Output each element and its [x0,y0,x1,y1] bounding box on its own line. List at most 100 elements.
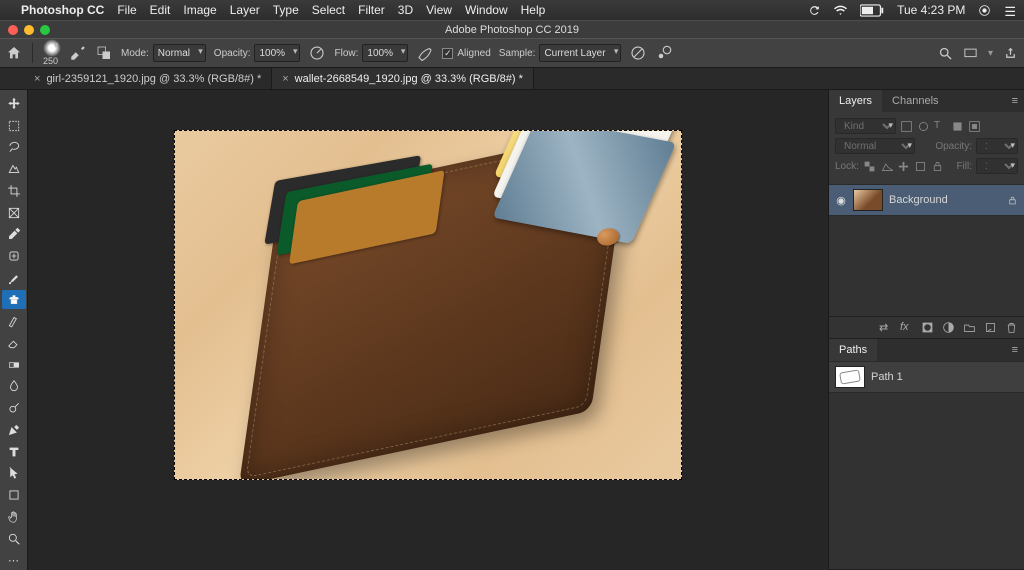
move-tool[interactable] [2,94,26,114]
close-tab-icon[interactable]: × [282,73,288,85]
layer-row[interactable]: ◉ Background [829,184,1024,216]
layer-opacity-input[interactable]: 100% [976,138,1018,154]
menu-filter[interactable]: Filter [358,3,385,17]
macos-menubar[interactable]: Photoshop CC File Edit Image Layer Type … [0,0,1024,20]
clone-source-icon[interactable] [95,44,113,62]
share-icon[interactable] [1003,46,1018,61]
brush-tool[interactable] [2,268,26,288]
layer-fill-input[interactable]: 100% [976,158,1018,174]
panel-tab-channels[interactable]: Channels [882,90,948,112]
window-zoom-button[interactable] [40,25,50,35]
notification-center-icon[interactable]: ☰ [1004,4,1016,17]
filter-pixel-icon[interactable] [900,120,913,133]
filter-smart-icon[interactable] [968,120,981,133]
lock-all-icon[interactable] [931,160,944,173]
blur-tool[interactable] [2,377,26,397]
path-select-tool[interactable] [2,463,26,483]
path-name[interactable]: Path 1 [871,371,903,383]
quick-select-tool[interactable] [2,159,26,179]
lock-artboard-icon[interactable] [914,160,927,173]
type-tool[interactable] [2,442,26,462]
menu-window[interactable]: Window [465,3,508,17]
toolbar-more-icon[interactable]: ⋯ [2,550,26,570]
frame-tool[interactable] [2,203,26,223]
link-layers-icon[interactable]: ⇄ [879,321,892,334]
menubar-clock[interactable]: Tue 4:23 PM [897,3,965,17]
aligned-checkbox[interactable]: ✓ [442,48,453,59]
layer-name[interactable]: Background [889,194,948,206]
menu-view[interactable]: View [426,3,452,17]
document-tab[interactable]: × wallet-2668549_1920.jpg @ 33.3% (RGB/8… [272,67,534,89]
opacity-select[interactable]: 100% [254,44,300,62]
brush-settings-icon[interactable] [69,44,87,62]
aligned-group[interactable]: ✓ Aligned [442,48,490,59]
menu-file[interactable]: File [117,3,136,17]
sample-select[interactable]: Current Layer [539,44,621,62]
app-menu[interactable]: Photoshop CC [21,3,104,17]
layer-style-icon[interactable]: fx [900,321,913,334]
ignore-adjustment-icon[interactable] [629,44,647,62]
zoom-tool[interactable] [2,529,26,549]
layer-filter-kind[interactable]: Kind [835,118,896,134]
menu-image[interactable]: Image [183,3,216,17]
mode-select[interactable]: Normal [153,44,206,62]
lock-image-icon[interactable] [880,160,893,173]
panel-tab-layers[interactable]: Layers [829,90,882,112]
history-brush-tool[interactable] [2,311,26,331]
new-layer-icon[interactable] [984,321,997,334]
window-minimize-button[interactable] [24,25,34,35]
menu-help[interactable]: Help [521,3,546,17]
shape-tool[interactable] [2,485,26,505]
document-tab[interactable]: × girl-2359121_1920.jpg @ 33.3% (RGB/8#)… [24,67,272,89]
battery-icon[interactable] [860,4,884,17]
window-close-button[interactable] [8,25,18,35]
panel-menu-icon[interactable]: ≡ [1006,344,1024,356]
lock-transparent-icon[interactable] [863,160,876,173]
group-layers-icon[interactable] [963,321,976,334]
lock-position-icon[interactable] [897,160,910,173]
cloud-sync-icon[interactable] [808,4,821,17]
pressure-opacity-icon[interactable] [308,44,326,62]
layer-lock-icon[interactable] [1007,195,1018,206]
marquee-tool[interactable] [2,116,26,136]
flow-select[interactable]: 100% [362,44,408,62]
path-thumbnail[interactable] [835,366,865,388]
menu-select[interactable]: Select [312,3,345,17]
wifi-icon[interactable] [834,4,847,17]
menu-edit[interactable]: Edit [150,3,171,17]
path-row[interactable]: Path 1 [829,361,1024,393]
layer-visibility-icon[interactable]: ◉ [835,194,847,207]
healing-brush-tool[interactable] [2,246,26,266]
menu-3d[interactable]: 3D [398,3,413,17]
menu-layer[interactable]: Layer [230,3,260,17]
adjustment-layer-icon[interactable] [942,321,955,334]
eyedropper-tool[interactable] [2,224,26,244]
search-icon[interactable] [938,46,953,61]
home-icon[interactable] [6,45,22,61]
crop-tool[interactable] [2,181,26,201]
panel-menu-icon[interactable]: ≡ [1006,95,1024,107]
pen-tool[interactable] [2,420,26,440]
blend-mode-select[interactable]: Normal [835,138,915,154]
menu-type[interactable]: Type [273,3,299,17]
filter-shape-icon[interactable] [951,120,964,133]
eraser-tool[interactable] [2,333,26,353]
gradient-tool[interactable] [2,355,26,375]
filter-adjust-icon[interactable] [917,120,930,133]
document-canvas[interactable] [28,90,828,570]
layer-mask-icon[interactable] [921,321,934,334]
clone-stamp-tool[interactable] [2,290,26,310]
close-tab-icon[interactable]: × [34,73,40,85]
airbrush-icon[interactable] [416,44,434,62]
delete-layer-icon[interactable] [1005,321,1018,334]
filter-type-icon[interactable]: T [934,120,947,133]
hand-tool[interactable] [2,507,26,527]
panel-tab-paths[interactable]: Paths [829,339,877,361]
siri-icon[interactable] [978,4,991,17]
layer-thumbnail[interactable] [853,189,883,211]
screen-mode-icon[interactable] [963,46,978,61]
brush-preset-picker[interactable]: 250 [43,39,61,67]
pressure-size-icon[interactable] [655,44,673,62]
dodge-tool[interactable] [2,398,26,418]
lasso-tool[interactable] [2,137,26,157]
